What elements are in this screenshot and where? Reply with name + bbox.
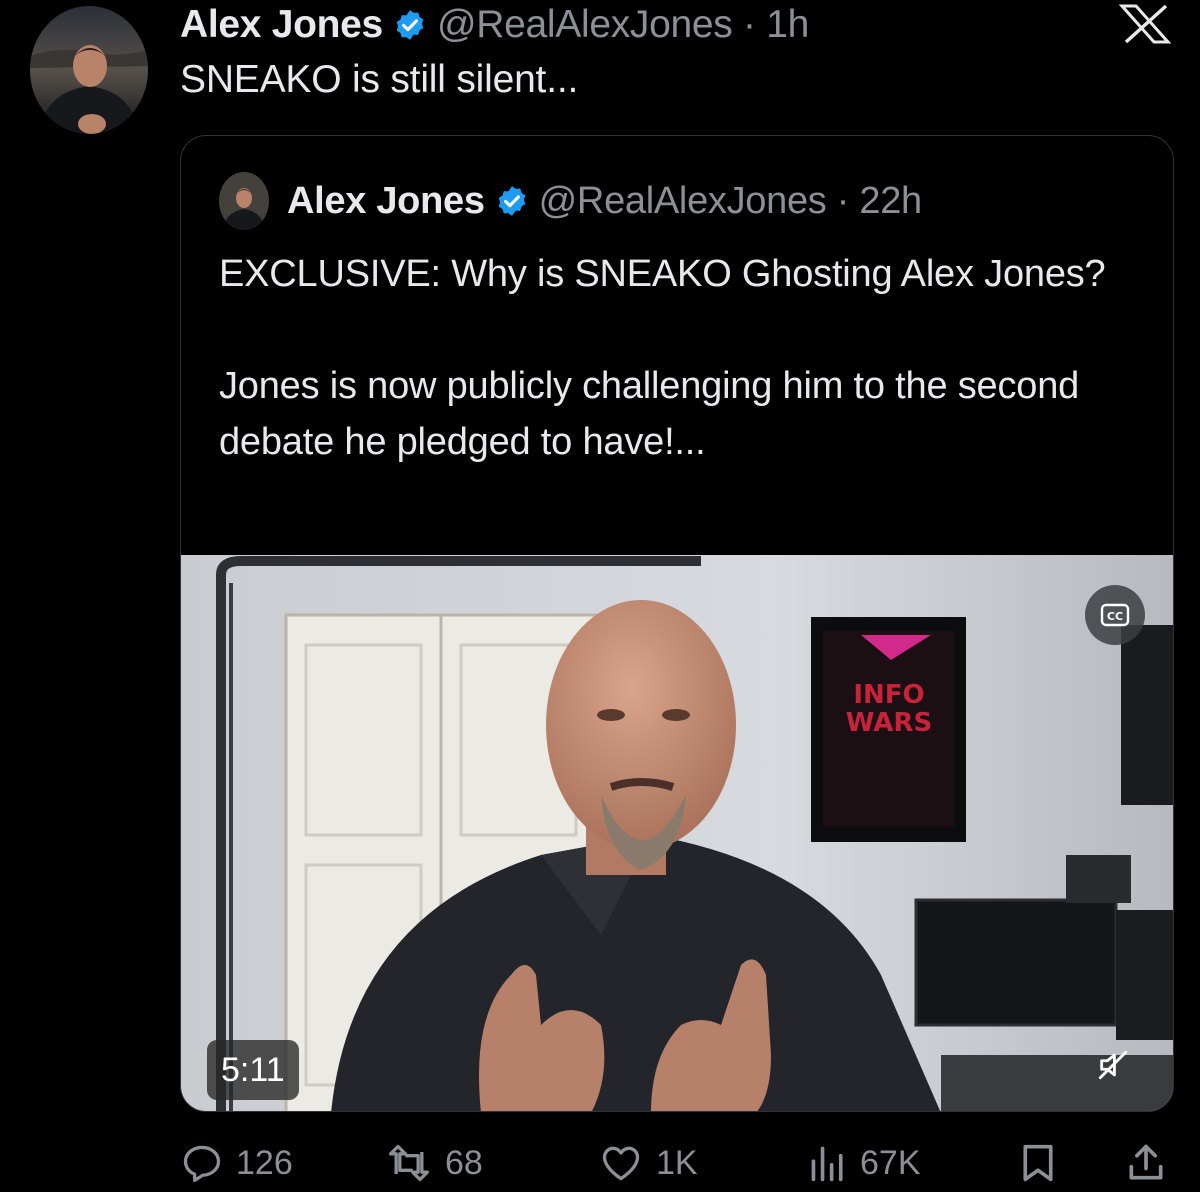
bookmark-icon: [1023, 1144, 1053, 1182]
tweet-header: Alex Jones @RealAlexJones · 1h: [180, 0, 809, 50]
repost-button[interactable]: 68: [385, 1135, 483, 1191]
user-avatar[interactable]: [30, 6, 148, 134]
author-name[interactable]: Alex Jones: [180, 3, 383, 47]
author-handle[interactable]: @RealAlexJones · 1h: [437, 3, 809, 47]
like-button[interactable]: 1K: [598, 1135, 698, 1191]
share-icon: [1129, 1144, 1163, 1180]
verified-badge-icon: [495, 184, 529, 218]
heart-icon: [602, 1146, 640, 1181]
video-duration: 5:11: [207, 1040, 299, 1100]
video-player[interactable]: INFO WARS CC 5:11: [181, 555, 1173, 1111]
views-icon: [811, 1146, 843, 1182]
quoted-author-handle[interactable]: @RealAlexJones · 22h: [539, 180, 923, 223]
reply-button[interactable]: 126: [180, 1135, 293, 1191]
quoted-author-name[interactable]: Alex Jones: [287, 180, 485, 223]
mute-button[interactable]: [1085, 1037, 1141, 1093]
x-logo-icon: [1118, 4, 1172, 44]
like-count: 1K: [656, 1143, 698, 1182]
poster-text: WARS: [846, 708, 932, 738]
views-button[interactable]: 67K: [808, 1135, 921, 1191]
muted-speaker-icon: [1098, 1050, 1128, 1080]
svg-text:CC: CC: [1107, 610, 1123, 623]
tweet-view: Alex Jones @RealAlexJones · 1h SNEAKO is…: [0, 0, 1200, 1192]
quoted-tweet-card[interactable]: Alex Jones @RealAlexJones · 22h EXCLUSIV…: [180, 135, 1174, 1112]
video-frame: INFO WARS: [181, 555, 1173, 1111]
closed-captions-button[interactable]: CC: [1085, 585, 1145, 645]
reply-icon: [183, 1145, 221, 1183]
tweet-text: SNEAKO is still silent...: [180, 58, 579, 101]
quoted-tweet-text: EXCLUSIVE: Why is SNEAKO Ghosting Alex J…: [219, 246, 1139, 470]
quoted-tweet-line: Jones is now publicly challenging him to…: [219, 365, 1080, 463]
quoted-tweet-line: EXCLUSIVE: Why is SNEAKO Ghosting Alex J…: [219, 253, 1106, 295]
view-count: 67K: [860, 1143, 921, 1182]
quoted-tweet-header: Alex Jones @RealAlexJones · 22h: [287, 176, 922, 226]
repost-icon: [389, 1144, 429, 1182]
share-button[interactable]: [1124, 1135, 1168, 1191]
quoted-author-avatar[interactable]: [219, 172, 269, 230]
tweet-actions: 126 68 1K 67K: [180, 1135, 1174, 1191]
repost-count: 68: [445, 1143, 483, 1182]
verified-badge-icon: [393, 8, 427, 42]
closed-captions-icon: CC: [1100, 603, 1130, 627]
bookmark-button[interactable]: [1018, 1135, 1058, 1191]
poster-text: INFO: [853, 680, 924, 710]
reply-count: 126: [236, 1143, 293, 1182]
